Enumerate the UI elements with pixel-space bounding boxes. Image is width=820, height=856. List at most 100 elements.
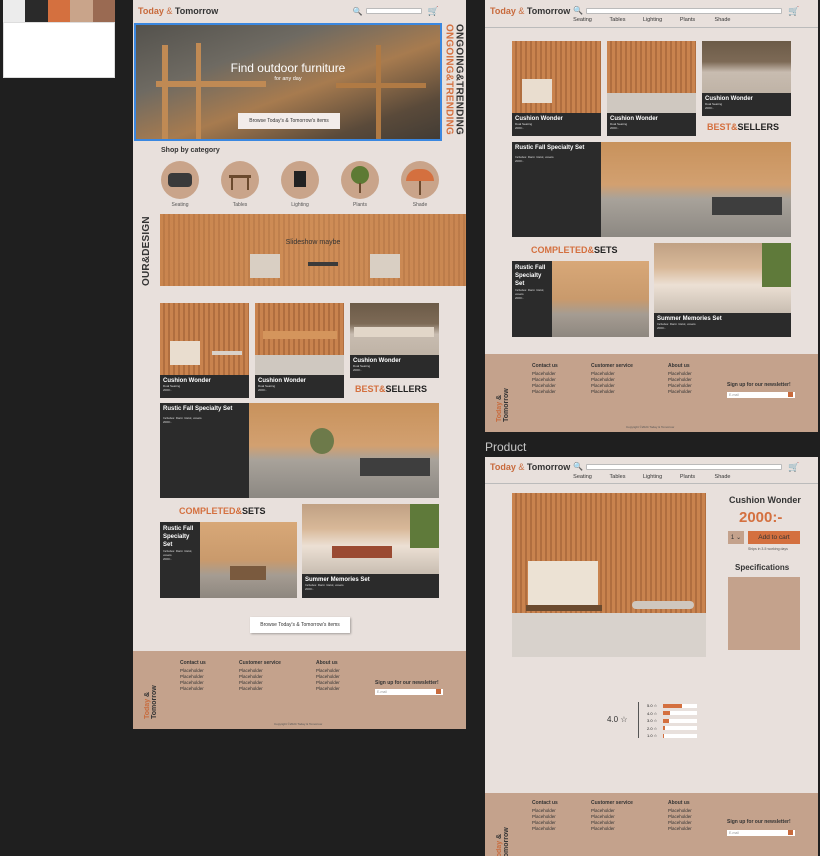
footer-logo: Today & Tomorrow <box>144 685 158 719</box>
set-name: Rustic Fall Specialty Set <box>163 406 233 412</box>
set-card-summer[interactable]: Summer Memories Set Includes: Darm rösto… <box>302 504 439 598</box>
hero-subtitle: for any day <box>274 76 302 82</box>
specifications-panel <box>728 577 800 650</box>
set-card-fall[interactable]: Rustic Fall Specialty Set Includes: Darm… <box>160 522 297 598</box>
swatch-2 <box>25 0 48 22</box>
rating-row-3: 3.0 ☆ <box>647 717 707 725</box>
nav-tables[interactable]: Tables <box>600 17 635 23</box>
swatch-1 <box>3 0 26 22</box>
footer-contact: Contact us Placeholder Placeholder Placehol… <box>532 800 558 831</box>
product-card[interactable]: Cushion Wonder Dual Seating 2000:- <box>702 41 791 116</box>
completed-sets-heading: COMPLETED&SETS <box>531 245 618 255</box>
set-price: 2000:- <box>657 326 666 330</box>
our-design-label: OUR&DESIGN <box>141 216 152 286</box>
fall-set-banner[interactable]: Rustic Fall Specialty Set Includes: Darm… <box>512 142 791 237</box>
set-desc: Includes: Darm röstol, vosets <box>163 549 193 557</box>
product-price: 2000:- <box>705 106 714 110</box>
search-input[interactable] <box>586 464 783 470</box>
newsletter-submit-button[interactable] <box>788 392 793 397</box>
rating-bar-3 <box>663 718 670 723</box>
product-price: 2000:- <box>353 368 362 372</box>
nav-tables[interactable]: Tables <box>600 474 635 480</box>
footer: Today & Tomorrow Contact us Placeholder Pl… <box>485 354 818 432</box>
logo[interactable]: Today & Tomorrow <box>490 462 570 472</box>
quantity-select[interactable]: 1 ⌄ <box>728 531 744 544</box>
product-card[interactable]: Cushion Wonder Dual Seating 2000:- <box>255 303 344 398</box>
slideshow-caption: Slideshow maybe <box>285 239 341 246</box>
ongoing-trending-label-2: ONGOING&TRENDING <box>453 24 465 135</box>
search-icon[interactable]: 🔍 <box>353 7 363 16</box>
nav-seating[interactable]: Seating <box>565 474 600 480</box>
newsletter-heading: Sign up for our newsletter! <box>727 382 791 388</box>
product-card[interactable]: Cushion Wonder Dual Seating 2000:- <box>160 303 249 398</box>
category-seating[interactable]: Seating <box>160 161 200 208</box>
newsletter-email-input[interactable]: E-mail <box>375 689 443 695</box>
search-input[interactable] <box>586 8 783 14</box>
set-name: Rustic Fall Specialty Set <box>163 526 194 548</box>
product-frame: Today & Tomorrow 🔍 🛒 Seating Tables Ligh… <box>485 457 818 856</box>
swatch-3 <box>47 0 71 22</box>
product-card[interactable]: Cushion Wonder Dual Seating 2000:- <box>512 41 601 136</box>
search-input[interactable] <box>365 8 422 14</box>
specifications-title: Specifications <box>735 563 790 572</box>
newsletter-email-input[interactable]: E-mail <box>727 830 795 836</box>
category-lighting[interactable]: Lighting <box>280 161 320 208</box>
rating-bar-2 <box>663 726 666 731</box>
hero-banner: Find outdoor furniture for any day Brows… <box>134 23 442 141</box>
browse-items-button[interactable]: Browse Today's & Tomorrow's items <box>238 113 340 129</box>
footer-about: About us Placeholder Placeholder Placeholde… <box>668 800 692 831</box>
set-price: 2000:- <box>163 557 172 561</box>
set-card-summer[interactable]: Summer Memories Set Includes: Darm rösto… <box>654 243 791 337</box>
cart-icon[interactable]: 🛒 <box>788 6 799 17</box>
nav-seating[interactable]: Seating <box>565 17 600 23</box>
set-name: Rustic Fall Specialty Set <box>515 145 585 151</box>
slideshow[interactable]: Slideshow maybe <box>160 214 466 286</box>
nav-shade[interactable]: Shade <box>705 17 740 23</box>
product-name: Cushion Wonder <box>729 495 801 505</box>
nav-shade[interactable]: Shade <box>705 474 740 480</box>
set-price: 2000:- <box>515 296 524 300</box>
product-price: 2000:- <box>739 509 783 526</box>
footer-service: Customer service Placeholder Placeholder Pl… <box>591 800 633 831</box>
color-palette <box>3 0 116 78</box>
nav-bar: Seating Tables Lighting Plants Shade <box>565 17 740 23</box>
nav-plants[interactable]: Plants <box>670 474 705 480</box>
swatch-5 <box>92 0 116 22</box>
category-shade[interactable]: Shade <box>400 161 440 208</box>
nav-bar: Seating Tables Lighting Plants Shade <box>565 474 740 480</box>
nav-lighting[interactable]: Lighting <box>635 17 670 23</box>
newsletter-submit-button[interactable] <box>788 830 793 835</box>
add-to-cart-button[interactable]: Add to cart <box>748 531 800 544</box>
newsletter-heading: Sign up for our newsletter! <box>727 819 791 825</box>
category-tables[interactable]: Tables <box>220 161 260 208</box>
rating-row-4: 4.0 ☆ <box>647 710 707 718</box>
newsletter-email-input[interactable]: E-mail <box>727 392 795 398</box>
product-image <box>512 493 706 657</box>
fall-set-banner[interactable]: Rustic Fall Specialty Set Includes: Darm… <box>160 403 439 498</box>
cart-icon[interactable]: 🛒 <box>428 6 439 17</box>
footer-about: About us Placeholder Placeholder Placeholde… <box>668 363 692 394</box>
logo[interactable]: Today & Tomorrow <box>490 6 570 16</box>
logo[interactable]: Today & Tomorrow <box>138 6 218 16</box>
shipping-info: Ships in 3-5 working days <box>748 547 788 551</box>
footer-service: Customer service Placeholder Placeholder Pl… <box>239 660 281 691</box>
nav-lighting[interactable]: Lighting <box>635 474 670 480</box>
search-icon[interactable]: 🔍 <box>573 462 583 471</box>
search-icon[interactable]: 🔍 <box>573 6 583 15</box>
nav-plants[interactable]: Plants <box>670 17 705 23</box>
category-plants[interactable]: Plants <box>340 161 380 208</box>
cart-icon[interactable]: 🛒 <box>788 462 799 473</box>
set-card-fall[interactable]: Rustic Fall Specialty Set Includes: Darm… <box>512 261 649 337</box>
rating-bar-1 <box>663 733 665 738</box>
newsletter-submit-button[interactable] <box>436 689 441 694</box>
product-card[interactable]: Cushion Wonder Dual Seating 2000:- <box>607 41 696 136</box>
footer-contact: Contact us Placeholder Placeholder Placehol… <box>532 363 558 394</box>
browse-items-button-2[interactable]: Browse Today's & Tomorrow's items <box>250 617 350 633</box>
set-price: 2000:- <box>515 159 524 163</box>
footer-contact: Contact us Placeholder Placeholder Placehol… <box>180 660 206 691</box>
header: Today & Tomorrow 🔍 🛒 <box>133 0 466 22</box>
product-card[interactable]: Cushion Wonder Dual Seating 2000:- <box>350 303 439 378</box>
set-name: Rustic Fall Specialty Set <box>515 265 546 287</box>
set-price: 2000:- <box>163 420 172 424</box>
set-price: 2000:- <box>305 587 314 591</box>
